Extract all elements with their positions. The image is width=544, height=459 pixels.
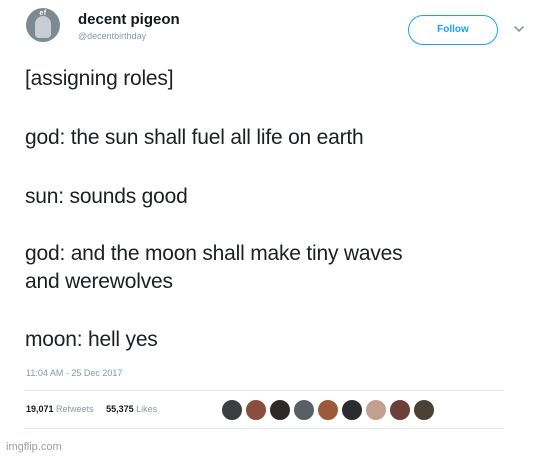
timestamp[interactable]: 11:04 AM - 25 Dec 2017 [26,368,122,378]
tweet-card: ef decent pigeon @decentbirthday Follow … [0,0,544,459]
display-name[interactable]: decent pigeon [78,11,180,28]
liker-avatar[interactable] [269,399,291,421]
liker-avatar[interactable] [389,399,411,421]
pigeon-avatar-icon [35,16,51,38]
liker-avatar[interactable] [341,399,363,421]
follow-button[interactable]: Follow [408,15,498,45]
retweets-label: Retweets [56,404,94,414]
liker-avatar[interactable] [317,399,339,421]
user-handle[interactable]: @decentbirthday [78,31,146,41]
tweet-line-3: sun: sounds good [25,185,188,208]
watermark: imgflip.com [6,441,62,453]
likes-stat[interactable]: 55,375 Likes [106,404,157,414]
likes-count: 55,375 [106,404,134,414]
liker-avatar[interactable] [221,399,243,421]
tweet-line-6: moon: hell yes [25,328,158,351]
liker-avatar[interactable] [413,399,435,421]
tweet-line-2: god: the sun shall fuel all life on eart… [25,126,364,149]
retweets-stat[interactable]: 19,071 Retweets [26,404,94,414]
avatar-text: ef [39,10,47,17]
avatar[interactable]: ef [26,8,60,42]
liker-avatar[interactable] [365,399,387,421]
liker-avatar[interactable] [245,399,267,421]
retweets-count: 19,071 [26,404,54,414]
chevron-down-icon[interactable] [512,22,526,36]
likes-label: Likes [136,404,158,414]
engagement-stats: 19,071 Retweets 55,375 Likes [26,404,167,414]
tweet-line-4: god: and the moon shall make tiny waves [25,242,403,265]
liker-avatar[interactable] [293,399,315,421]
divider [24,390,504,391]
divider [24,428,504,429]
tweet-line-5: and werewolves [25,270,173,293]
tweet-line-1: [assigning roles] [25,67,174,90]
